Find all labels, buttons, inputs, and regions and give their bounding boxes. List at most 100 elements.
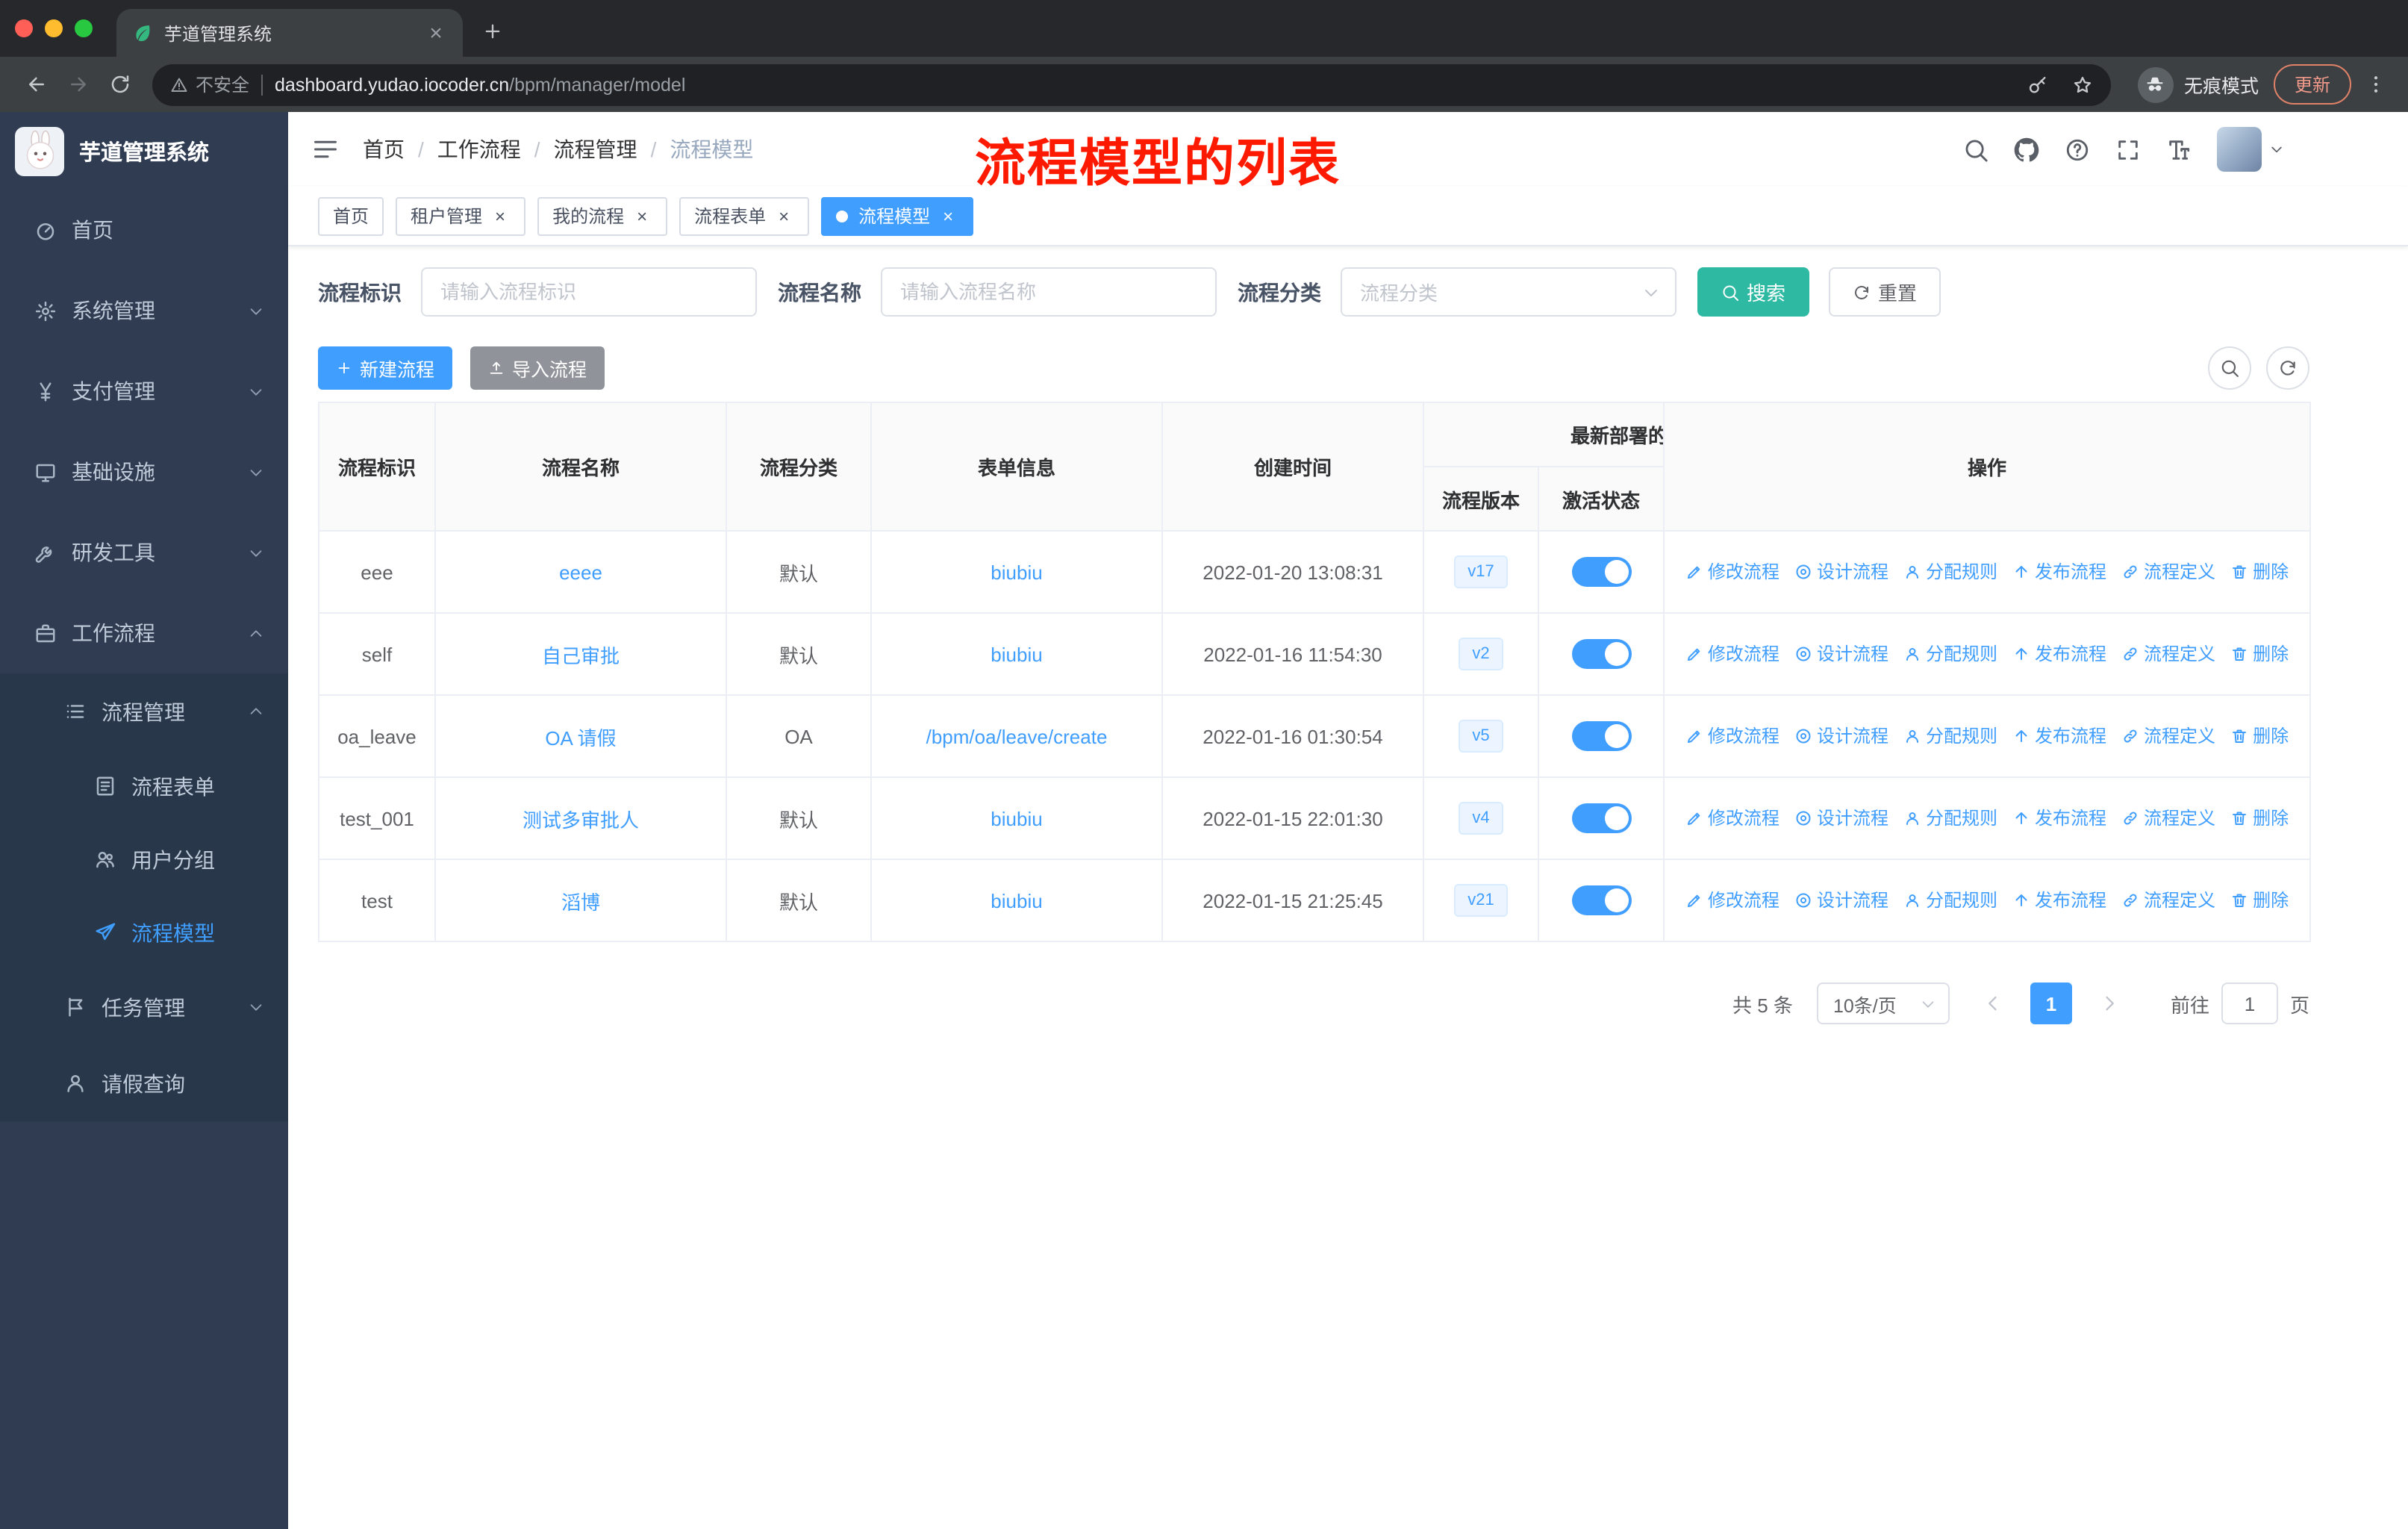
toggle-search-button[interactable] (2208, 346, 2251, 390)
breadcrumb-item[interactable]: 首页 (363, 134, 405, 164)
search-icon[interactable] (1963, 137, 1989, 162)
tag-process-model[interactable]: 流程模型 × (821, 196, 974, 235)
goto-page-input[interactable] (2221, 983, 2278, 1024)
sidebar-item-payment-management[interactable]: 支付管理 (0, 351, 288, 432)
password-key-icon[interactable] (2027, 74, 2048, 95)
help-icon[interactable] (2065, 137, 2090, 162)
active-toggle[interactable] (1571, 721, 1631, 751)
active-toggle[interactable] (1571, 885, 1631, 915)
sidebar-item-process-management[interactable]: 流程管理 (0, 673, 288, 750)
version-tag[interactable]: v21 (1454, 883, 1508, 918)
zoom-window-button[interactable] (75, 19, 93, 37)
filter-key-input[interactable] (421, 267, 757, 317)
action-design-process[interactable]: 设计流程 (1794, 888, 1888, 913)
action-design-process[interactable]: 设计流程 (1794, 723, 1888, 749)
process-name-link[interactable]: 自己审批 (542, 644, 620, 667)
action-publish-process[interactable]: 发布流程 (2012, 723, 2106, 749)
tag-process-form[interactable]: 流程表单 × (679, 196, 810, 235)
action-assign-rule[interactable]: 分配规则 (1903, 723, 1997, 749)
process-name-link[interactable]: 测试多审批人 (523, 809, 639, 831)
security-chip[interactable]: 不安全 (170, 72, 249, 97)
import-process-button[interactable]: 导入流程 (470, 346, 605, 390)
close-window-button[interactable] (15, 19, 33, 37)
reset-button[interactable]: 重置 (1829, 267, 1941, 317)
action-assign-rule[interactable]: 分配规则 (1903, 806, 1997, 831)
action-design-process[interactable]: 设计流程 (1794, 806, 1888, 831)
refresh-table-button[interactable] (2266, 346, 2309, 390)
version-tag[interactable]: v4 (1459, 801, 1503, 835)
tag-home[interactable]: 首页 (318, 196, 384, 235)
logo[interactable]: 芋道管理系统 (0, 112, 288, 190)
tag-my-process[interactable]: 我的流程 × (537, 196, 668, 235)
browser-update-button[interactable]: 更新 (2273, 64, 2351, 105)
sidebar-item-leave-query[interactable]: 请假查询 (0, 1045, 288, 1121)
action-edit-process[interactable]: 修改流程 (1685, 888, 1780, 913)
minimize-window-button[interactable] (45, 19, 63, 37)
action-publish-process[interactable]: 发布流程 (2012, 888, 2106, 913)
action-process-definition[interactable]: 流程定义 (2121, 559, 2215, 585)
page-size-select[interactable]: 10条/页 (1816, 983, 1950, 1024)
action-delete[interactable]: 删除 (2230, 888, 2289, 913)
sidebar-item-dev-tools[interactable]: 研发工具 (0, 512, 288, 593)
action-delete[interactable]: 删除 (2230, 723, 2289, 749)
action-publish-process[interactable]: 发布流程 (2012, 641, 2106, 667)
bookmark-star-icon[interactable] (2072, 74, 2093, 95)
active-toggle[interactable] (1571, 803, 1631, 833)
back-button[interactable] (15, 63, 57, 105)
page-number-1[interactable]: 1 (2030, 983, 2072, 1024)
action-edit-process[interactable]: 修改流程 (1685, 641, 1780, 667)
hamburger-icon[interactable] (312, 136, 339, 163)
github-icon[interactable] (2014, 137, 2039, 162)
sidebar-item-process-model[interactable]: 流程模型 (0, 896, 288, 969)
browser-menu-icon[interactable] (2357, 63, 2393, 105)
tag-close-icon[interactable]: × (938, 205, 958, 226)
user-menu[interactable] (2217, 127, 2284, 172)
process-name-link[interactable]: 滔博 (561, 891, 600, 913)
filter-name-input[interactable] (881, 267, 1217, 317)
filter-category-select[interactable]: 流程分类 (1341, 267, 1676, 317)
sidebar-item-workflow[interactable]: 工作流程 (0, 593, 288, 673)
form-info-link[interactable]: biubiu (991, 889, 1042, 912)
new-tab-button[interactable] (472, 10, 514, 52)
process-name-link[interactable]: OA 请假 (545, 726, 616, 749)
action-delete[interactable]: 删除 (2230, 806, 2289, 831)
action-delete[interactable]: 删除 (2230, 559, 2289, 585)
version-tag[interactable]: v2 (1459, 637, 1503, 671)
action-design-process[interactable]: 设计流程 (1794, 641, 1888, 667)
prev-page-button[interactable] (1971, 983, 2015, 1024)
tab-close-icon[interactable]: × (424, 20, 448, 46)
action-delete[interactable]: 删除 (2230, 641, 2289, 667)
version-tag[interactable]: v5 (1459, 719, 1503, 753)
process-name-link[interactable]: eeee (559, 561, 602, 583)
action-edit-process[interactable]: 修改流程 (1685, 806, 1780, 831)
sidebar-item-process-form[interactable]: 流程表单 (0, 750, 288, 823)
reload-button[interactable] (99, 63, 140, 105)
address-bar[interactable]: 不安全 dashboard.yudao.iocoder.cn/bpm/manag… (152, 63, 2111, 105)
fullscreen-icon[interactable] (2115, 137, 2141, 162)
active-toggle[interactable] (1571, 639, 1631, 669)
action-process-definition[interactable]: 流程定义 (2121, 888, 2215, 913)
create-process-button[interactable]: 新建流程 (318, 346, 453, 390)
version-tag[interactable]: v17 (1454, 555, 1508, 589)
incognito-indicator[interactable]: 无痕模式 (2137, 66, 2259, 102)
tag-close-icon[interactable]: × (631, 205, 652, 226)
form-info-link[interactable]: biubiu (991, 807, 1042, 829)
tag-close-icon[interactable]: × (773, 205, 794, 226)
action-assign-rule[interactable]: 分配规则 (1903, 888, 1997, 913)
action-edit-process[interactable]: 修改流程 (1685, 723, 1780, 749)
breadcrumb-item[interactable]: 工作流程 (437, 134, 521, 164)
action-design-process[interactable]: 设计流程 (1794, 559, 1888, 585)
browser-tab[interactable]: 芋道管理系统 × (116, 9, 463, 57)
tag-tenant-management[interactable]: 租户管理 × (396, 196, 526, 235)
action-assign-rule[interactable]: 分配规则 (1903, 641, 1997, 667)
form-info-link[interactable]: biubiu (991, 643, 1042, 665)
action-assign-rule[interactable]: 分配规则 (1903, 559, 1997, 585)
sidebar-item-system-management[interactable]: 系统管理 (0, 270, 288, 351)
sidebar-item-user-group[interactable]: 用户分组 (0, 823, 288, 896)
active-toggle[interactable] (1571, 557, 1631, 587)
sidebar-item-task-management[interactable]: 任务管理 (0, 969, 288, 1045)
action-process-definition[interactable]: 流程定义 (2121, 723, 2215, 749)
action-edit-process[interactable]: 修改流程 (1685, 559, 1780, 585)
form-info-link[interactable]: /bpm/oa/leave/create (926, 725, 1108, 747)
breadcrumb-item[interactable]: 流程管理 (554, 134, 637, 164)
